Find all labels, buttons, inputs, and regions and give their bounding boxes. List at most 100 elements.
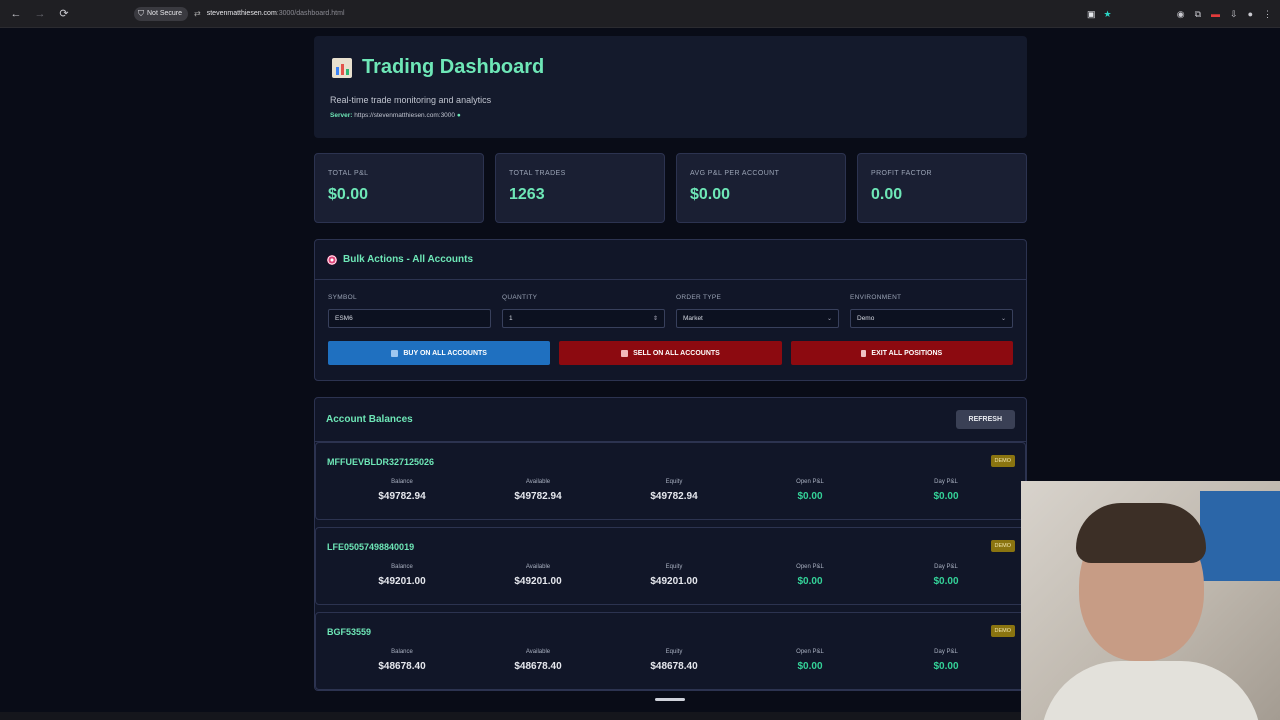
metric-label: Equity [665,649,683,655]
server-info: Server: https://stevenmatthiesen.com:300… [330,112,1009,119]
refresh-button[interactable]: REFRESH [955,410,1015,429]
metric-value: $0.00 [933,661,959,672]
quantity-label: QUANTITY [502,294,538,301]
background-monitor [1200,491,1280,581]
demo-badge: DEMO [990,625,1015,637]
buy-all-label: BUY ON ALL ACCOUNTS [403,349,487,357]
metric-label: Available [525,649,551,655]
exit-all-button[interactable]: EXIT ALL POSITIONS [790,341,1013,365]
address-bar[interactable]: ⛉ Not Secure ⇄ stevenmatthiesen.com:3000… [134,4,345,24]
nav-buttons: ← → ⟳ [6,4,74,24]
account-balances-header: Account Balances REFRESH [315,398,1026,442]
order-type-field: ORDER TYPE Market ⌄ [676,294,839,328]
equity-metric: Equity $49201.00 [606,564,742,587]
shield-icon: ⛉ [138,8,144,18]
symbol-value: ESM6 [335,315,353,322]
available-metric: Available $48678.40 [470,649,606,672]
browser-toolbar: ← → ⟳ ⛉ Not Secure ⇄ stevenmatthiesen.co… [0,0,1280,28]
symbol-label: SYMBOL [328,294,357,301]
recording-icon[interactable]: ▬ [1211,9,1220,19]
exit-all-label: EXIT ALL POSITIONS [871,349,943,357]
metric-label: Balance [391,564,413,570]
symbol-field: SYMBOL ESM6 [328,294,491,328]
stat-label: AVG P&L PER ACCOUNT [690,170,780,177]
order-type-label: ORDER TYPE [676,294,722,301]
page-subtitle: Real-time trade monitoring and analytics [330,95,492,105]
metric-label: Day P&L [934,649,958,655]
bulk-actions-header: Bulk Actions - All Accounts [315,240,1026,280]
metric-value: $49201.00 [650,576,698,587]
metric-label: Open P&L [796,649,824,655]
server-url: https://stevenmatthiesen.com:3000 [354,112,456,119]
environment-value: Demo [857,315,875,322]
menu-icon[interactable]: ⋮ [1263,9,1272,20]
download-icon[interactable]: ⇩ [1230,9,1238,20]
environment-label: ENVIRONMENT [850,294,902,301]
order-type-select[interactable]: Market ⌄ [676,309,839,328]
stat-value: $0.00 [328,186,369,203]
stat-card-total-trades: TOTAL TRADES 1263 [495,153,665,223]
bookmark-star-icon[interactable]: ★ [1104,9,1112,20]
metric-value: $48678.40 [514,661,562,672]
metric-label: Balance [391,479,413,485]
stat-value: 1263 [509,186,545,203]
balance-metric: Balance $49201.00 [334,564,470,587]
reload-icon[interactable]: ⟳ [54,4,74,24]
metric-value: $49201.00 [514,576,562,587]
back-icon[interactable]: ← [6,4,26,24]
url-host: stevenmatthiesen.com [206,10,277,17]
target-icon [327,254,337,265]
metric-label: Open P&L [796,479,824,485]
profile-icon[interactable]: ● [1248,9,1253,19]
equity-metric: Equity $48678.40 [606,649,742,672]
metric-label: Day P&L [934,564,958,570]
metric-label: Day P&L [934,479,958,485]
server-status-dot: ● [456,112,461,119]
account-card: BGF53559 DEMO Balance $48678.40 Available… [315,612,1026,690]
chevron-down-icon: ⌄ [826,316,832,322]
metric-value: $48678.40 [650,661,698,672]
metric-label: Available [525,564,551,570]
chart-up-icon [391,349,399,357]
quantity-stepper[interactable]: 1 ⇕ [502,309,665,328]
buy-all-button[interactable]: BUY ON ALL ACCOUNTS [328,341,551,365]
puzzle-icon[interactable]: ⧉ [1195,9,1201,20]
metric-value: $0.00 [797,661,823,672]
account-name: LFE05057498840019 [327,542,415,552]
metric-value: $0.00 [797,491,823,502]
open-pnl-metric: Open P&L $0.00 [742,649,878,672]
scroll-indicator[interactable] [655,698,685,701]
order-type-value: Market [683,315,703,322]
address-actions: ▣ ★ [1087,0,1112,28]
demo-badge: DEMO [990,540,1015,552]
stat-card-total-pnl: TOTAL P&L $0.00 [314,153,484,223]
sell-all-button[interactable]: SELL ON ALL ACCOUNTS [559,341,782,365]
install-app-icon[interactable]: ▣ [1087,9,1096,20]
stepper-arrows-icon[interactable]: ⇕ [653,315,658,322]
server-label: Server: [330,112,353,119]
available-metric: Available $49782.94 [470,479,606,502]
open-pnl-metric: Open P&L $0.00 [742,479,878,502]
day-pnl-metric: Day P&L $0.00 [878,564,1014,587]
not-secure-chip[interactable]: ⛉ Not Secure [134,6,189,21]
extension-icon[interactable]: ◉ [1177,9,1185,20]
symbol-input[interactable]: ESM6 [328,309,491,328]
url-text[interactable]: stevenmatthiesen.com:3000/dashboard.html [207,10,345,17]
extension-icons: ◉ ⧉ ▬ ⇩ ● ⋮ [1177,0,1272,28]
url-path: :3000/dashboard.html [276,10,345,17]
bulk-action-buttons: BUY ON ALL ACCOUNTS SELL ON ALL ACCOUNTS… [315,328,1026,365]
page-title-text: Trading Dashboard [362,56,545,78]
equity-metric: Equity $49782.94 [606,479,742,502]
page-title: Trading Dashboard [332,56,1009,79]
environment-select[interactable]: Demo ⌄ [850,309,1013,328]
account-list: MFFUEVBLDR327125026 DEMO Balance $49782.9… [315,442,1026,690]
metric-label: Equity [665,564,683,570]
balance-metric: Balance $48678.40 [334,649,470,672]
hourglass-icon [861,349,867,357]
stat-label: PROFIT FACTOR [871,170,932,177]
forward-icon[interactable]: → [30,4,50,24]
site-settings-icon[interactable]: ⇄ [194,9,201,18]
stat-label: TOTAL P&L [328,170,369,177]
environment-field: ENVIRONMENT Demo ⌄ [850,294,1013,328]
metric-label: Open P&L [796,564,824,570]
